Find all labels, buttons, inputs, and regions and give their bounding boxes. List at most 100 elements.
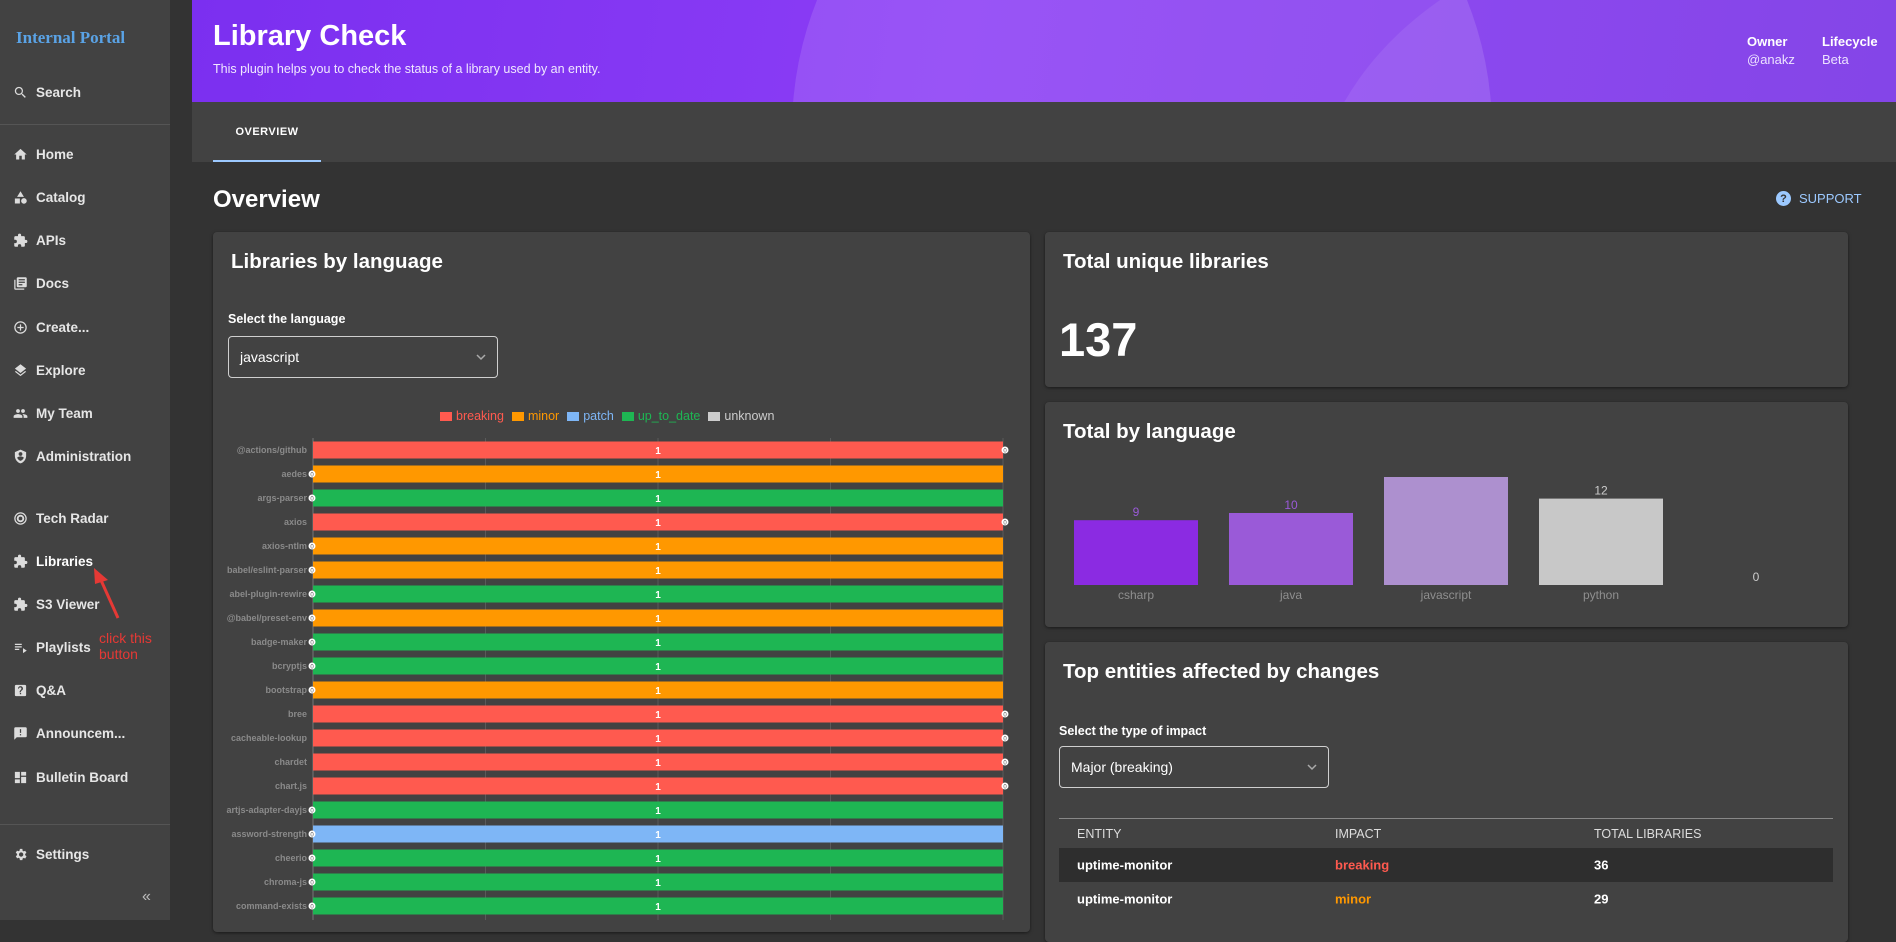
impact-select-value: Major (breaking) bbox=[1071, 759, 1173, 775]
bar[interactable] bbox=[1229, 513, 1353, 585]
page-title: Library Check bbox=[213, 20, 407, 52]
column-header-total[interactable]: TOTAL LIBRARIES bbox=[1594, 827, 1701, 841]
support-label: SUPPORT bbox=[1799, 191, 1862, 206]
language-select-value: javascript bbox=[240, 349, 300, 365]
libraries-bar-chart: @actions/github 1 0aedes 10args-parser 10axi… bbox=[226, 438, 1009, 920]
playlist-icon bbox=[12, 639, 28, 655]
page-subtitle: This plugin helps you to check the statu… bbox=[213, 62, 601, 76]
data-label: 1 bbox=[655, 686, 661, 697]
sidebar-item-announcem[interactable]: Announcem... bbox=[0, 715, 170, 751]
tick-label: bcryptjs bbox=[272, 661, 307, 671]
bar[interactable] bbox=[1539, 498, 1663, 585]
tick-label: assword-strength bbox=[231, 829, 307, 839]
total-cell: 36 bbox=[1594, 857, 1609, 873]
data-label: 1 bbox=[655, 662, 661, 673]
data-label: 1 bbox=[655, 542, 661, 553]
total-unique-value: 137 bbox=[1059, 313, 1138, 366]
support-button[interactable]: ? SUPPORT bbox=[1776, 191, 1862, 206]
puzzle-icon bbox=[12, 232, 28, 248]
tick-label: @babel/preset-env bbox=[227, 613, 307, 623]
sidebar-item-label: Playlists bbox=[36, 639, 91, 655]
sidebar-item-docs[interactable]: Docs bbox=[0, 265, 170, 301]
sidebar-item-q-a[interactable]: Q&A bbox=[0, 672, 170, 708]
tick-label: chart.js bbox=[275, 781, 307, 791]
tick-label: python bbox=[1583, 588, 1619, 602]
legend-minor[interactable]: minor bbox=[511, 409, 559, 423]
bar[interactable] bbox=[1384, 477, 1508, 585]
sidebar-item-apis[interactable]: APIs bbox=[0, 222, 170, 258]
data-label: 1 bbox=[655, 614, 661, 625]
card-title: Total by language bbox=[1063, 420, 1236, 443]
people-icon bbox=[12, 405, 28, 421]
sidebar-item-label: Libraries bbox=[36, 553, 94, 569]
sidebar-search[interactable]: Search bbox=[0, 74, 170, 110]
card-title: Total unique libraries bbox=[1063, 250, 1269, 273]
tick-label: command-exists bbox=[236, 901, 307, 911]
language-bar-chart: 9 csharp 10 java javascript 12 python 0 bbox=[1074, 477, 1760, 602]
sidebar-item-explore[interactable]: Explore bbox=[0, 352, 170, 388]
layers-icon bbox=[12, 362, 28, 378]
sidebar-item-label: Explore bbox=[36, 362, 86, 378]
data-label: 1 bbox=[655, 878, 661, 889]
legend-up-to-date[interactable]: up_to_date bbox=[621, 409, 700, 423]
tick-label: artjs-adapter-dayjs bbox=[226, 805, 307, 815]
data-label: 1 bbox=[655, 758, 661, 769]
column-header-impact[interactable]: IMPACT bbox=[1335, 827, 1381, 841]
table-row[interactable]: uptime-monitor breaking 36 bbox=[1059, 848, 1833, 882]
sidebar-item-label: S3 Viewer bbox=[36, 596, 100, 612]
legend-unknown[interactable]: unknown bbox=[708, 409, 774, 423]
chevron-down-icon bbox=[476, 354, 486, 361]
data-label: 1 bbox=[655, 494, 661, 505]
data-label: 1 bbox=[655, 806, 661, 817]
section-title: Overview bbox=[213, 186, 320, 213]
impact-select[interactable]: Major (breaking) bbox=[1059, 746, 1329, 788]
sidebar-item-label: Tech Radar bbox=[36, 510, 109, 526]
page-header: Library Check This plugin helps you to c… bbox=[192, 0, 1896, 102]
sidebar-item-bulletin-board[interactable]: Bulletin Board bbox=[0, 759, 170, 795]
app-logo[interactable]: Internal Portal bbox=[16, 28, 125, 48]
sidebar: Internal Portal Search Home Catalog APIs Do… bbox=[0, 0, 170, 920]
home-icon bbox=[12, 146, 28, 162]
sidebar-item-tech-radar[interactable]: Tech Radar bbox=[0, 500, 170, 536]
data-label: 1 bbox=[655, 902, 661, 913]
sidebar-item-my-team[interactable]: My Team bbox=[0, 395, 170, 431]
lifecycle-value: Beta bbox=[1822, 52, 1849, 67]
sidebar-item-s3-viewer[interactable]: S3 Viewer bbox=[0, 586, 170, 622]
sidebar-item-catalog[interactable]: Catalog bbox=[0, 179, 170, 215]
category-icon bbox=[12, 189, 28, 205]
sidebar-item-settings[interactable]: Settings bbox=[0, 836, 170, 872]
sidebar-item-label: Create... bbox=[36, 319, 90, 335]
entity-cell[interactable]: uptime-monitor bbox=[1077, 892, 1172, 907]
impact-cell: breaking bbox=[1335, 857, 1390, 873]
bar[interactable] bbox=[1074, 520, 1198, 585]
data-label: 1 bbox=[655, 446, 661, 457]
sidebar-item-label: Bulletin Board bbox=[36, 769, 129, 785]
collapse-sidebar-button[interactable]: « bbox=[142, 888, 151, 906]
card-title: Top entities affected by changes bbox=[1063, 660, 1380, 683]
tab-overview[interactable]: OVERVIEW bbox=[213, 102, 321, 162]
legend-breaking[interactable]: breaking bbox=[440, 409, 504, 423]
tick-label: badge-maker bbox=[251, 637, 308, 647]
sidebar-item-create[interactable]: Create... bbox=[0, 309, 170, 345]
column-header-entity[interactable]: ENTITY bbox=[1077, 827, 1121, 841]
lifecycle-meta: Lifecycle Beta bbox=[1822, 34, 1878, 67]
language-select-label: Select the language bbox=[228, 312, 346, 326]
sidebar-item-label: Q&A bbox=[36, 682, 66, 698]
sidebar-item-home[interactable]: Home bbox=[0, 136, 170, 172]
data-label: 1 bbox=[655, 782, 661, 793]
table-row[interactable]: uptime-monitor minor 29 bbox=[1059, 882, 1833, 916]
legend-patch[interactable]: patch bbox=[567, 409, 614, 423]
entity-cell[interactable]: uptime-monitor bbox=[1077, 858, 1172, 873]
impact-cell: minor bbox=[1335, 891, 1372, 907]
sidebar-item-libraries[interactable]: Libraries bbox=[0, 543, 170, 579]
sidebar-item-administration[interactable]: Administration bbox=[0, 438, 170, 474]
radar-icon bbox=[12, 510, 28, 526]
tick-label: aedes bbox=[281, 469, 307, 479]
card-title: Libraries by language bbox=[231, 250, 443, 273]
language-select[interactable]: javascript bbox=[228, 336, 498, 378]
data-label: 9 bbox=[1133, 505, 1140, 519]
data-label: 1 bbox=[655, 470, 661, 481]
tick-label: axios bbox=[284, 517, 307, 527]
owner-value[interactable]: @anakz bbox=[1747, 52, 1795, 67]
sidebar-item-label: APIs bbox=[36, 232, 67, 248]
